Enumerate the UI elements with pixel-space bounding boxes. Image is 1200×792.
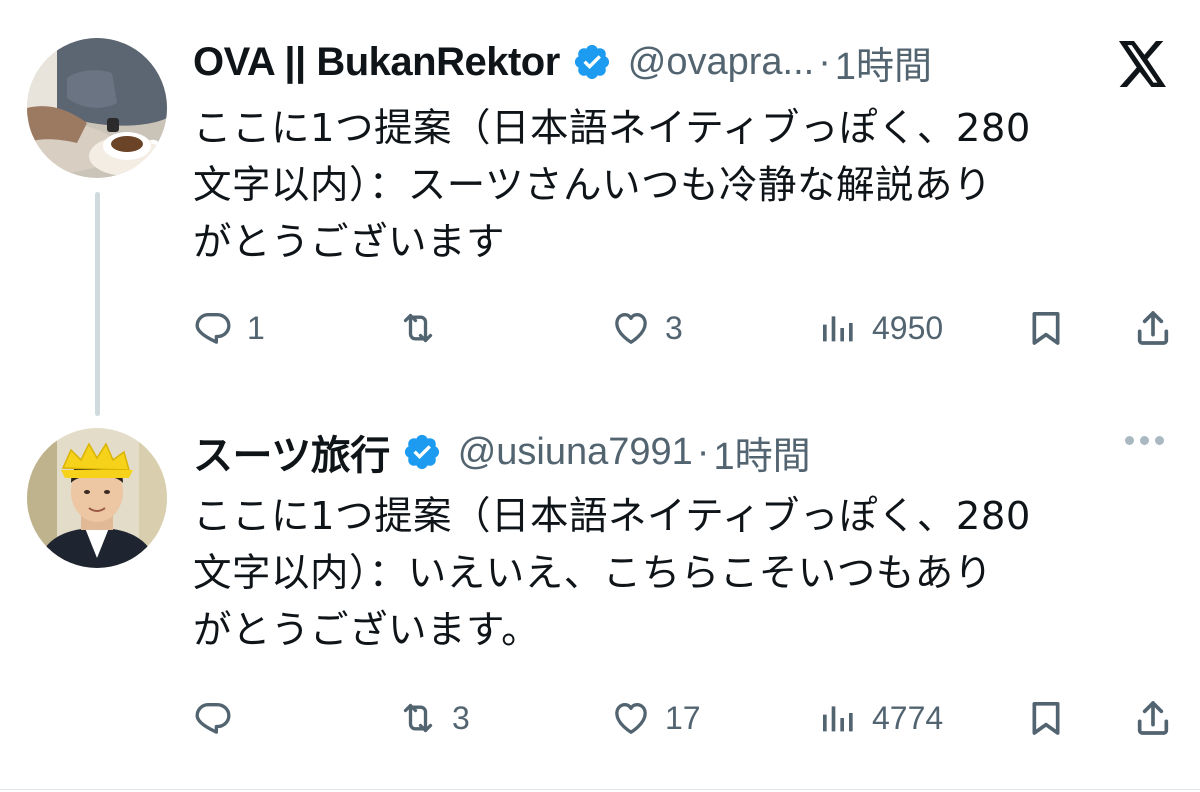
like-count: 17	[665, 699, 701, 736]
views-button[interactable]: 4950	[818, 298, 943, 358]
user-handle[interactable]: @ovapra...	[628, 41, 814, 84]
views-count: 4950	[872, 309, 944, 346]
bookmark-button[interactable]	[1026, 688, 1066, 748]
retweet-button[interactable]	[398, 298, 452, 358]
tweet-text: ここに1つ提案（日本語ネイティブっぽく、280 文字以内）：いえいえ、こちらこそ…	[193, 494, 1031, 653]
more-icon-dot	[1155, 436, 1164, 445]
share-button[interactable]	[1133, 298, 1173, 358]
share-icon	[1133, 308, 1173, 348]
retweet-icon	[398, 698, 438, 738]
tweet-2-header: スーツ旅行 @usiuna7991 · 1時間	[193, 428, 811, 479]
x-logo-icon[interactable]	[1117, 41, 1169, 87]
like-button[interactable]: 17	[611, 688, 701, 748]
more-options-button[interactable]	[1125, 436, 1164, 445]
verified-badge-icon[interactable]	[572, 42, 612, 82]
reply-icon	[193, 698, 233, 738]
views-icon	[818, 308, 858, 348]
bookmark-button[interactable]	[1026, 298, 1066, 358]
like-button[interactable]: 3	[611, 298, 683, 358]
views-count: 4774	[872, 699, 944, 736]
reply-count: 1	[247, 309, 265, 346]
timestamp[interactable]: 1時間	[835, 35, 932, 90]
retweet-count: 3	[452, 699, 470, 736]
tweet-2-actions: 3 17 4774	[193, 688, 1173, 748]
share-icon	[1133, 698, 1173, 738]
reply-button[interactable]	[193, 688, 247, 748]
more-icon-dot	[1140, 436, 1149, 445]
user-handle[interactable]: @usiuna7991	[458, 431, 693, 474]
thread-connector-line	[95, 192, 100, 416]
avatar-ova-image	[27, 38, 167, 178]
bookmark-icon	[1026, 308, 1066, 348]
timestamp[interactable]: 1時間	[713, 425, 810, 480]
separator-dot: ·	[818, 40, 831, 83]
like-icon	[611, 698, 651, 738]
share-button[interactable]	[1133, 688, 1173, 748]
display-name[interactable]: スーツ旅行	[193, 423, 390, 481]
separator-dot: ·	[696, 430, 710, 473]
like-icon	[611, 308, 651, 348]
views-button[interactable]: 4774	[818, 688, 943, 748]
tweet-1-header: OVA || BukanRektor @ovapra... · 1時間	[193, 38, 932, 88]
tweet-text: ここに1つ提案（日本語ネイティブっぽく、280 文字以内）：スーツさんいつも冷静…	[193, 106, 1031, 265]
bottom-divider	[0, 789, 1200, 790]
like-count: 3	[665, 309, 683, 346]
avatar-ova[interactable]	[27, 38, 167, 178]
reply-icon	[193, 308, 233, 348]
retweet-button[interactable]: 3	[398, 688, 470, 748]
more-icon-dot	[1125, 436, 1134, 445]
reply-button[interactable]: 1	[193, 298, 265, 358]
bookmark-icon	[1026, 698, 1066, 738]
retweet-icon	[398, 308, 438, 348]
views-icon	[818, 698, 858, 738]
avatar-suits[interactable]	[27, 428, 167, 568]
verified-badge-icon[interactable]	[402, 432, 442, 472]
avatar-suits-image	[27, 428, 167, 568]
display-name[interactable]: OVA || BukanRektor	[193, 40, 560, 85]
tweet-1-actions: 1 3 4950	[193, 298, 1173, 358]
